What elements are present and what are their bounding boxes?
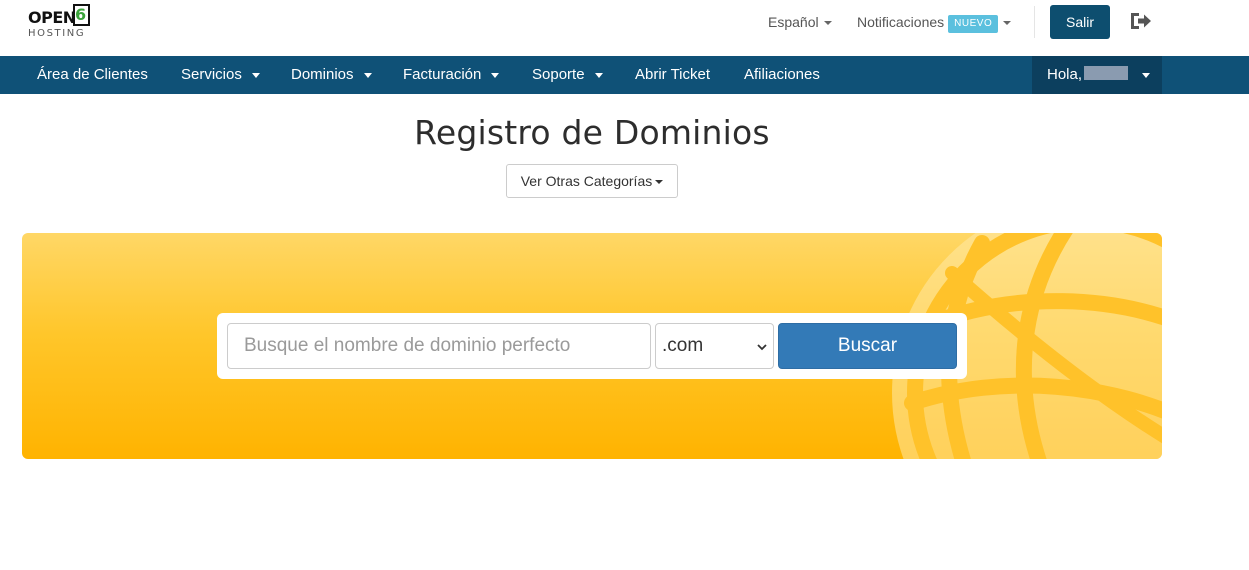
chevron-down-icon: [655, 180, 664, 185]
chevron-down-icon: [251, 72, 260, 78]
chevron-down-icon: [757, 344, 767, 351]
sign-out-icon[interactable]: [1129, 11, 1153, 31]
nav-item-area-de-clientes[interactable]: Área de Clientes: [37, 56, 148, 94]
chevron-down-icon: [1003, 21, 1012, 26]
categories-dropdown-button[interactable]: Ver Otras Categorías: [506, 164, 678, 198]
chevron-down-icon: [594, 72, 603, 78]
nav-item-label: Dominios: [291, 66, 354, 83]
domain-search-form: .com Buscar: [217, 313, 967, 379]
logo-text: OPEN: [28, 8, 76, 27]
nav-item-label: Abrir Ticket: [635, 66, 711, 83]
domain-search-banner: .com Buscar: [22, 233, 1162, 459]
categories-button-label: Ver Otras Categorías: [520, 173, 653, 189]
nav-item-label: Soporte: [532, 66, 585, 83]
logo-subtitle: HOSTING: [28, 28, 86, 39]
domain-search-input[interactable]: [227, 323, 651, 369]
top-header: OPEN 6 HOSTING Español Notificaciones NUE…: [0, 0, 1249, 56]
nav-item-label: Afiliaciones: [744, 66, 820, 83]
nav-item-label: Servicios: [181, 66, 242, 83]
tld-select[interactable]: .com: [655, 323, 774, 369]
notifications-dropdown[interactable]: Notificaciones NUEVO: [857, 12, 1012, 33]
tld-selected-value: .com: [662, 335, 704, 356]
page-title: Registro de Dominios: [414, 113, 770, 152]
brand-logo[interactable]: OPEN 6 HOSTING: [28, 4, 98, 40]
user-greeting: Hola,: [1047, 66, 1083, 83]
nav-item-dominios[interactable]: Dominios: [291, 56, 372, 94]
chevron-down-icon: [491, 72, 500, 78]
nav-item-abrir-ticket[interactable]: Abrir Ticket: [635, 56, 710, 94]
nav-item-label: Área de Clientes: [37, 66, 148, 83]
redacted-username: [1084, 66, 1129, 80]
nav-item-afiliaciones[interactable]: Afiliaciones: [744, 56, 820, 94]
search-button[interactable]: Buscar: [778, 323, 957, 369]
nav-item-servicios[interactable]: Servicios: [181, 56, 260, 94]
logout-button[interactable]: Salir: [1050, 5, 1110, 39]
logo-number: 6: [75, 5, 87, 24]
chevron-down-icon: [823, 21, 832, 26]
header-divider: [1034, 6, 1035, 38]
notifications-badge: NUEVO: [948, 15, 999, 33]
language-dropdown[interactable]: Español: [768, 12, 832, 32]
main-navbar: Área de Clientes Servicios Dominios Fact…: [0, 56, 1249, 94]
nav-item-facturacion[interactable]: Facturación: [403, 56, 500, 94]
chevron-down-icon: [363, 72, 372, 78]
language-label: Español: [768, 14, 819, 30]
nav-item-soporte[interactable]: Soporte: [532, 56, 603, 94]
nav-item-label: Facturación: [403, 66, 482, 83]
notifications-label: Notificaciones: [857, 14, 945, 30]
user-menu-dropdown[interactable]: Hola,: [1032, 56, 1162, 94]
chevron-down-icon: [1142, 72, 1151, 78]
